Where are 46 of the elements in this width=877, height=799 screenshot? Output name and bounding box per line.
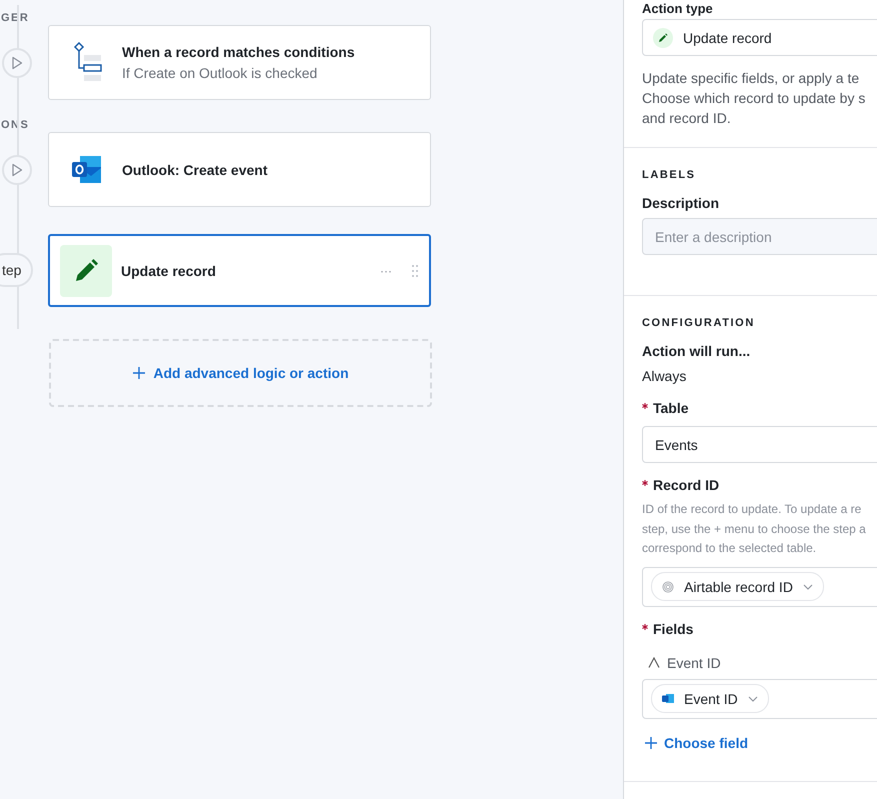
- text-field-icon: [648, 657, 660, 668]
- chevron-down-icon: [748, 696, 758, 702]
- section-heading: LABELS: [642, 169, 697, 181]
- field-label: Action type: [642, 1, 714, 16]
- run-condition-text: Always: [642, 368, 688, 384]
- field-token[interactable]: Event ID: [651, 684, 769, 713]
- pencil-icon: [653, 28, 673, 48]
- drag-handle-icon[interactable]: [412, 264, 418, 276]
- chevron-down-icon: [802, 584, 813, 590]
- step-card[interactable]: Update record ···: [48, 234, 431, 307]
- field-label: Action will run...: [642, 343, 752, 359]
- action-type-select[interactable]: Update record: [642, 19, 877, 56]
- select-value: Update record: [683, 30, 772, 46]
- fingerprint-icon: [662, 580, 674, 592]
- field-name: Event ID: [667, 654, 721, 670]
- play-icon[interactable]: [2, 154, 32, 184]
- field-label: Description: [642, 195, 720, 211]
- description-text: Update specific fields, or apply a te: [642, 69, 860, 88]
- description-input[interactable]: Enter a description: [642, 218, 877, 255]
- add-step-button[interactable]: tep: [0, 253, 34, 287]
- step-title: Outlook: Create event: [122, 162, 268, 178]
- pencil-icon: [60, 244, 112, 296]
- help-text: step, use the + menu to choose the step a: [642, 520, 867, 538]
- add-logic-button[interactable]: Add advanced logic or action: [49, 339, 432, 407]
- step-title: When a record matches conditions: [122, 44, 356, 60]
- step-card[interactable]: Outlook: Create event: [48, 132, 431, 207]
- description-text: Choose which record to update by s: [642, 89, 866, 108]
- outlook-icon: [662, 693, 674, 704]
- step-title: Update record: [121, 262, 217, 278]
- outlook-icon: [71, 154, 103, 184]
- section-heading: CONFIGURATION: [642, 317, 756, 329]
- step-card[interactable]: When a record matches conditions If Create on Outlook is checked: [48, 25, 431, 100]
- description-text: and record ID.: [642, 109, 732, 128]
- section-label: GER: [1, 12, 30, 24]
- field-label: Table: [653, 400, 689, 416]
- record-id-token[interactable]: Airtable record ID: [651, 572, 824, 601]
- plus-icon: [644, 736, 658, 750]
- help-text: correspond to the selected table.: [642, 540, 818, 557]
- plus-icon: [132, 366, 146, 380]
- choose-field-button[interactable]: Choose field: [644, 734, 748, 750]
- field-label: Fields: [653, 620, 694, 636]
- step-subtitle: If Create on Outlook is checked: [122, 65, 318, 81]
- table-select[interactable]: Events: [642, 426, 877, 463]
- field-label: Record ID: [653, 477, 720, 493]
- help-text: ID of the record to update. To update a re: [642, 501, 862, 518]
- play-icon[interactable]: [2, 48, 32, 78]
